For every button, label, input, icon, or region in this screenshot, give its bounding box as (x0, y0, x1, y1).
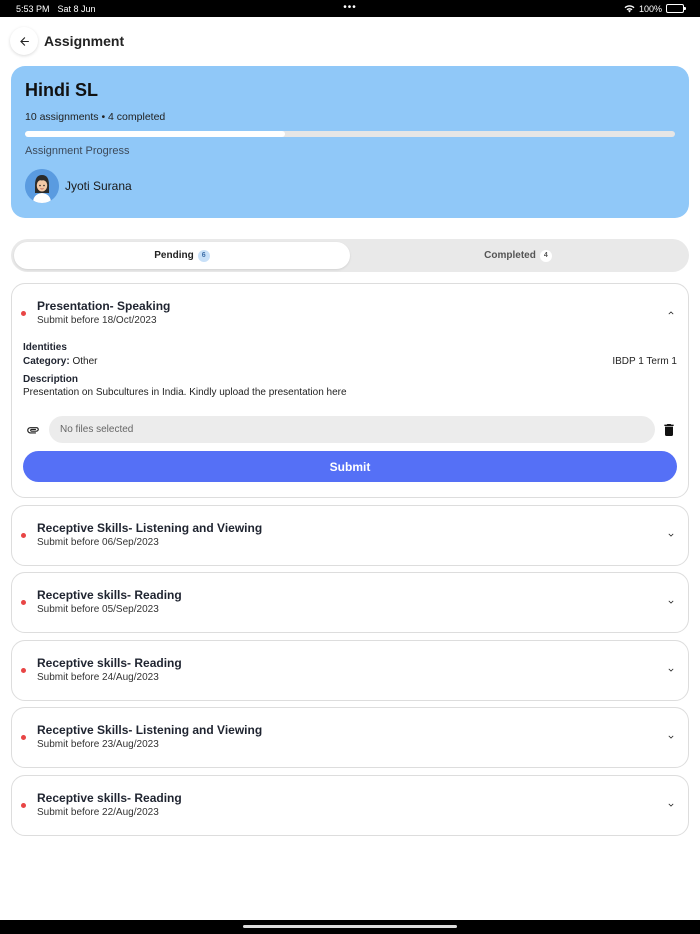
chevron-up-icon[interactable] (666, 308, 676, 318)
assignment-title: Receptive Skills- Listening and Viewing (37, 723, 263, 737)
tab-count-badge: 4 (539, 249, 552, 262)
pending-dot (21, 803, 26, 808)
file-input[interactable]: No files selected (49, 416, 655, 443)
pending-dot (21, 735, 26, 740)
assignment-title: Receptive skills- Reading (37, 656, 182, 670)
status-time: 5:53 PM (16, 3, 50, 14)
identities-label: Identities (23, 342, 67, 353)
assignment-due: Submit before 06/Sep/2023 (37, 537, 159, 548)
assignment-header[interactable]: Presentation- Speaking Submit before 18/… (12, 284, 688, 342)
term-label: IBDP 1 Term 1 (612, 356, 677, 367)
tab-label: Pending (154, 250, 194, 261)
pending-dot (21, 533, 26, 538)
page-title: Assignment (44, 33, 125, 49)
chevron-down-icon[interactable] (666, 597, 676, 607)
assignment-details: Identities Category: Other IBDP 1 Term 1… (12, 342, 688, 492)
assignment-card[interactable]: Receptive Skills- Listening and Viewing … (11, 707, 689, 768)
assignment-card[interactable]: Receptive skills- Reading Submit before … (11, 640, 689, 701)
battery-percent: 100% (638, 3, 662, 14)
pending-dot (21, 668, 26, 673)
submit-button[interactable]: Submit (23, 451, 677, 482)
chevron-down-icon[interactable] (666, 800, 676, 810)
tab-count-badge: 6 (197, 249, 210, 262)
assignment-due: Submit before 23/Aug/2023 (37, 739, 159, 750)
description-label: Description (23, 374, 79, 385)
assignment-card[interactable]: Receptive Skills- Listening and Viewing … (11, 505, 689, 566)
assignment-tabs: Pending 6 Completed 4 (11, 239, 689, 272)
assignment-title: Presentation- Speaking (37, 299, 171, 313)
tab-pending[interactable]: Pending 6 (14, 242, 350, 269)
multitask-dots-icon[interactable]: ••• (343, 2, 357, 13)
assignment-card-expanded: Presentation- Speaking Submit before 18/… (11, 283, 689, 498)
back-button[interactable] (10, 27, 38, 55)
assignment-card[interactable]: Receptive skills- Reading Submit before … (11, 572, 689, 633)
assignment-due: Submit before 24/Aug/2023 (37, 672, 159, 683)
status-bar: 5:53 PM Sat 8 Jun ••• 100% (0, 0, 700, 17)
course-meta: 10 assignments • 4 completed (25, 111, 166, 123)
assignment-due: Submit before 18/Oct/2023 (37, 315, 157, 326)
assignment-due: Submit before 05/Sep/2023 (37, 604, 159, 615)
avatar (25, 169, 59, 203)
chevron-down-icon[interactable] (666, 732, 676, 742)
assignment-card[interactable]: Receptive skills- Reading Submit before … (11, 775, 689, 836)
assignment-title: Receptive Skills- Listening and Viewing (37, 521, 263, 535)
chevron-down-icon[interactable] (666, 665, 676, 675)
assignment-title: Receptive skills- Reading (37, 791, 182, 805)
home-indicator[interactable] (243, 925, 457, 928)
chevron-down-icon[interactable] (666, 530, 676, 540)
tab-completed[interactable]: Completed 4 (350, 242, 686, 269)
category-label: Category: (23, 356, 70, 367)
category-value: Other (72, 356, 98, 367)
status-date: Sat 8 Jun (57, 3, 96, 14)
arrow-left-icon (19, 36, 29, 46)
home-indicator-bar (0, 920, 700, 934)
battery-icon (666, 4, 686, 13)
teacher-info: Jyoti Surana (25, 169, 675, 203)
progress-bar (25, 131, 675, 137)
pending-dot (21, 311, 26, 316)
upload-row: No files selected (23, 416, 677, 443)
progress-label: Assignment Progress (25, 145, 130, 157)
assignment-title: Receptive skills- Reading (37, 588, 182, 602)
paperclip-icon[interactable] (23, 423, 43, 437)
tab-label: Completed (484, 250, 536, 261)
course-card: Hindi SL 10 assignments • 4 completed As… (11, 66, 689, 218)
description-text: Presentation on Subcultures in India. Ki… (23, 387, 347, 398)
category-row: Category: Other IBDP 1 Term 1 (23, 356, 677, 367)
progress-fill (25, 131, 285, 137)
teacher-name: Jyoti Surana (65, 179, 132, 193)
page-header: Assignment (10, 27, 124, 55)
wifi-icon (624, 4, 635, 12)
trash-icon[interactable] (661, 421, 677, 439)
course-title: Hindi SL (25, 80, 98, 100)
assignment-due: Submit before 22/Aug/2023 (37, 807, 159, 818)
pending-dot (21, 600, 26, 605)
